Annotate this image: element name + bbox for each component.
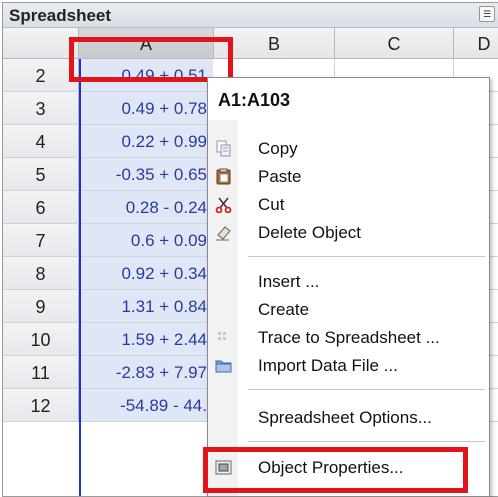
cell-a[interactable]: -54.89 - 44. bbox=[79, 389, 213, 421]
menu-item-label: Import Data File ... bbox=[258, 356, 398, 375]
properties-icon bbox=[215, 460, 232, 475]
scissors-icon bbox=[215, 197, 232, 213]
row-header[interactable]: 11 bbox=[3, 356, 79, 388]
column-header-c[interactable]: C bbox=[335, 28, 454, 58]
copy-icon bbox=[216, 140, 231, 157]
context-menu-title: A1:A103 bbox=[218, 90, 291, 110]
row-header[interactable]: 4 bbox=[3, 125, 79, 157]
trace-icon bbox=[218, 332, 226, 340]
folder-icon bbox=[215, 360, 232, 373]
menu-item-label: Create bbox=[258, 300, 310, 319]
menu-item-import-data-file[interactable]: Import Data File ... bbox=[208, 352, 489, 380]
cell-a[interactable]: 1.31 + 0.84 bbox=[79, 290, 213, 322]
row-header[interactable]: 8 bbox=[3, 257, 79, 289]
column-header-a[interactable]: A bbox=[79, 28, 214, 58]
cell-a[interactable]: 0.49 + 0.78 bbox=[79, 92, 213, 124]
row-header[interactable]: 2 bbox=[3, 59, 79, 91]
row-header[interactable]: 7 bbox=[3, 224, 79, 256]
panel-title: Spreadsheet bbox=[9, 6, 112, 25]
panel-menu-icon[interactable]: ☰ bbox=[479, 6, 495, 22]
menu-item-label: Spreadsheet Options... bbox=[258, 408, 432, 427]
row-header[interactable]: 3 bbox=[3, 92, 79, 124]
cell-a[interactable]: -0.35 + 0.65 bbox=[79, 158, 213, 190]
paste-icon bbox=[216, 168, 231, 185]
menu-item-label: Copy bbox=[258, 139, 298, 158]
menu-item-label: Insert ... bbox=[258, 272, 320, 291]
cell-a[interactable]: 0.6 + 0.09 bbox=[79, 224, 213, 256]
menu-item-label: Object Properties... bbox=[258, 458, 404, 477]
row-header[interactable]: 6 bbox=[3, 191, 79, 223]
menu-separator bbox=[248, 256, 485, 257]
cell-a[interactable]: 1.59 + 2.44 bbox=[79, 323, 213, 355]
eraser-icon bbox=[216, 226, 231, 241]
cell-a[interactable]: 0.92 + 0.34 bbox=[79, 257, 213, 289]
row-header[interactable]: 9 bbox=[3, 290, 79, 322]
menu-item-delete-object[interactable]: Delete Object bbox=[208, 219, 489, 247]
cell-a[interactable]: -2.83 + 7.97 bbox=[79, 356, 213, 388]
panel-title-bar: Spreadsheet ☰ bbox=[3, 3, 498, 28]
cell-a[interactable]: 0.49 + 0.51 bbox=[79, 59, 213, 91]
menu-item-label: Paste bbox=[258, 167, 302, 186]
menu-item-insert[interactable]: Insert ... bbox=[208, 268, 489, 296]
menu-item-label: Trace to Spreadsheet ... bbox=[258, 328, 440, 347]
row-header[interactable]: 12 bbox=[3, 389, 79, 421]
menu-item-object-properties[interactable]: Object Properties... bbox=[208, 454, 489, 482]
menu-item-paste[interactable]: Paste bbox=[208, 163, 489, 191]
cell-a[interactable]: 0.22 + 0.99 bbox=[79, 125, 213, 157]
menu-item-spreadsheet-options[interactable]: Spreadsheet Options... bbox=[208, 404, 489, 432]
corner-cell[interactable] bbox=[3, 28, 79, 58]
menu-item-label: Delete Object bbox=[258, 223, 361, 242]
column-header-d[interactable]: D bbox=[454, 28, 498, 58]
cell-a[interactable]: 0.28 - 0.24 bbox=[79, 191, 213, 223]
menu-item-copy[interactable]: Copy bbox=[208, 135, 489, 163]
menu-item-create[interactable]: Create bbox=[208, 296, 489, 324]
menu-item-trace-to-spreadsheet[interactable]: Trace to Spreadsheet ... bbox=[208, 324, 489, 352]
menu-separator bbox=[248, 389, 485, 390]
menu-separator bbox=[248, 441, 485, 442]
menu-item-cut[interactable]: Cut bbox=[208, 191, 489, 219]
selection-border bbox=[79, 59, 81, 496]
menu-item-label: Cut bbox=[258, 195, 285, 214]
column-header-b[interactable]: B bbox=[214, 28, 335, 58]
column-header-row: A B C D bbox=[3, 28, 498, 59]
row-header[interactable]: 5 bbox=[3, 158, 79, 190]
row-header[interactable]: 10 bbox=[3, 323, 79, 355]
context-menu: A1:A103 Copy Paste Cut Delete Object Ins… bbox=[207, 77, 490, 497]
